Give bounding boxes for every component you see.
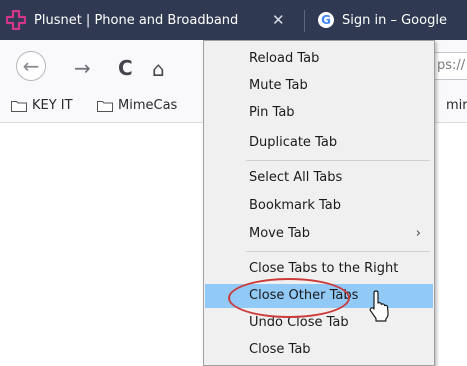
menu-item-label: Reload Tab — [249, 51, 320, 66]
menu-item-label: Undo Close Tab — [249, 315, 349, 330]
menu-item-bookmark-tab[interactable]: Bookmark Tab — [205, 194, 433, 218]
menu-item-label: Close Tab — [249, 342, 311, 357]
reload-icon[interactable]: C — [118, 56, 133, 80]
menu-item-label: Mute Tab — [249, 78, 308, 93]
bookmark-label: MimeCas — [118, 98, 178, 113]
google-g-icon: G — [318, 12, 334, 28]
menu-item-label: Move Tab — [249, 226, 311, 241]
menu-item-label: Pin Tab — [249, 105, 295, 120]
menu-item-label: Close Tabs to the Right — [249, 261, 399, 276]
home-icon[interactable]: ⌂ — [152, 57, 165, 81]
menu-item-reload-tab[interactable]: Reload Tab — [205, 47, 433, 71]
tab-divider — [304, 10, 305, 32]
menu-item-select-all-tabs[interactable]: Select All Tabs — [205, 166, 433, 190]
url-text: ps:// — [437, 58, 466, 73]
tab-google-sign-in[interactable]: G Sign in – Google — [306, 0, 467, 40]
menu-separator — [246, 160, 430, 161]
tab-title: Plusnet | Phone and Broadband — [34, 12, 239, 28]
close-icon[interactable]: ✕ — [272, 11, 285, 29]
bookmark-item[interactable]: mir — [446, 98, 467, 113]
menu-item-close-tabs-right[interactable]: Close Tabs to the Right — [205, 257, 433, 281]
menu-item-close-other-tabs[interactable]: Close Other Tabs — [205, 284, 433, 308]
menu-item-label: Select All Tabs — [249, 170, 343, 185]
menu-item-duplicate-tab[interactable]: Duplicate Tab — [205, 131, 433, 155]
chevron-right-icon: › — [415, 226, 421, 241]
forward-arrow-icon[interactable]: → — [74, 56, 91, 80]
bookmark-label: mir — [446, 98, 467, 113]
bookmark-folder-mimecast[interactable]: MimeCas — [97, 98, 177, 113]
back-button[interactable]: ← — [16, 51, 46, 81]
menu-item-label: Close Other Tabs — [249, 288, 359, 303]
back-arrow-icon: ← — [22, 54, 40, 78]
menu-item-move-tab[interactable]: Move Tab › — [205, 222, 433, 246]
tab-plusnet[interactable]: Plusnet | Phone and Broadband ✕ — [0, 0, 305, 40]
folder-icon — [11, 100, 27, 112]
menu-item-pin-tab[interactable]: Pin Tab — [205, 101, 433, 125]
tab-title: Sign in – Google — [342, 12, 447, 28]
menu-item-mute-tab[interactable]: Mute Tab — [205, 74, 433, 98]
menu-separator — [246, 251, 430, 252]
tab-context-menu: Reload Tab Mute Tab Pin Tab Duplicate Ta… — [203, 40, 435, 366]
bookmark-label: KEY IT — [32, 98, 73, 113]
menu-item-label: Bookmark Tab — [249, 198, 341, 213]
tab-strip: Plusnet | Phone and Broadband ✕ G Sign i… — [0, 0, 467, 40]
menu-item-close-tab[interactable]: Close Tab — [205, 338, 433, 362]
plusnet-logo-icon — [6, 10, 26, 30]
menu-item-label: Duplicate Tab — [249, 135, 338, 150]
menu-item-undo-close-tab[interactable]: Undo Close Tab — [205, 311, 433, 335]
bookmark-folder-key-it[interactable]: KEY IT — [11, 98, 73, 113]
folder-icon — [97, 100, 113, 112]
hand-pointer-cursor-icon — [369, 290, 389, 322]
